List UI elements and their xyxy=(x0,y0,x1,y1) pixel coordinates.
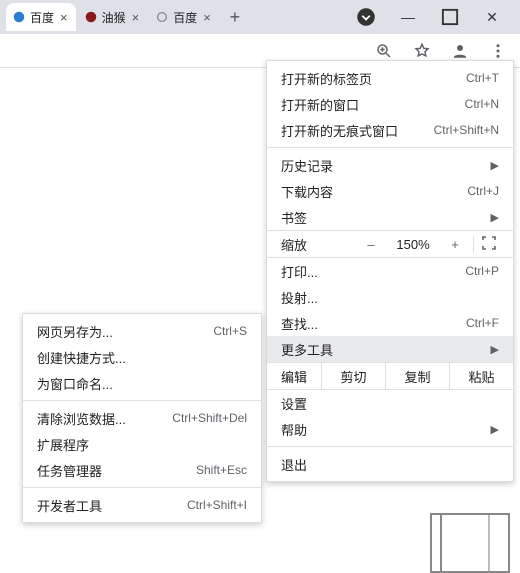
paste-button[interactable]: 粘贴 xyxy=(449,363,513,389)
menu-zoom-row: 缩放 – 150% + xyxy=(267,230,513,258)
cut-button[interactable]: 剪切 xyxy=(321,363,385,389)
menu-cast[interactable]: 投射... xyxy=(267,284,513,310)
tab-close-icon[interactable]: × xyxy=(130,10,142,25)
favicon-icon xyxy=(84,10,98,24)
menu-new-window[interactable]: 打开新的窗口 Ctrl+N xyxy=(267,91,513,117)
browser-tab[interactable]: 百度 × xyxy=(149,3,219,31)
window-controls: — ✕ xyxy=(356,7,520,27)
submenu-dev-tools[interactable]: 开发者工具 Ctrl+Shift+I xyxy=(23,492,261,518)
menu-downloads[interactable]: 下载内容 Ctrl+J xyxy=(267,178,513,204)
favicon-icon xyxy=(12,10,26,24)
tab-close-icon[interactable]: × xyxy=(201,10,213,25)
submenu-extensions[interactable]: 扩展程序 xyxy=(23,431,261,457)
edit-label: 编辑 xyxy=(267,367,321,386)
menu-help[interactable]: 帮助 ▶ xyxy=(267,416,513,442)
tab-bar: 百度 × 油猴 × 百度 × + — ✕ xyxy=(0,0,520,34)
maximize-button[interactable] xyxy=(440,7,460,27)
fullscreen-button[interactable] xyxy=(473,236,503,253)
zoom-value: 150% xyxy=(387,237,439,252)
zoom-in-button[interactable]: + xyxy=(439,237,471,252)
tab-title: 百度 xyxy=(30,9,54,26)
close-window-button[interactable]: ✕ xyxy=(482,7,502,27)
browser-tab[interactable]: 油猴 × xyxy=(78,3,148,31)
tab-close-icon[interactable]: × xyxy=(58,10,70,25)
chevron-right-icon: ▶ xyxy=(491,423,499,436)
page-decoration xyxy=(430,513,510,573)
menu-history[interactable]: 历史记录 ▶ xyxy=(267,152,513,178)
chevron-down-icon[interactable] xyxy=(356,7,376,27)
tab-title: 油猴 xyxy=(102,9,126,26)
minimize-button[interactable]: — xyxy=(398,7,418,27)
favicon-icon xyxy=(155,10,169,24)
submenu-create-shortcut[interactable]: 创建快捷方式... xyxy=(23,344,261,370)
menu-new-incognito[interactable]: 打开新的无痕式窗口 Ctrl+Shift+N xyxy=(267,117,513,143)
menu-more-tools[interactable]: 更多工具 ▶ xyxy=(267,336,513,362)
new-tab-button[interactable]: + xyxy=(221,3,249,31)
menu-icon[interactable] xyxy=(486,39,510,63)
zoom-out-button[interactable]: – xyxy=(355,237,387,252)
star-icon[interactable] xyxy=(410,39,434,63)
browser-tab[interactable]: 百度 × xyxy=(6,3,76,31)
browser-main-menu: 打开新的标签页 Ctrl+T 打开新的窗口 Ctrl+N 打开新的无痕式窗口 C… xyxy=(266,60,514,482)
menu-new-tab[interactable]: 打开新的标签页 Ctrl+T xyxy=(267,65,513,91)
menu-exit[interactable]: 退出 xyxy=(267,451,513,477)
chevron-right-icon: ▶ xyxy=(491,211,499,224)
copy-button[interactable]: 复制 xyxy=(385,363,449,389)
submenu-save-as[interactable]: 网页另存为... Ctrl+S xyxy=(23,318,261,344)
submenu-name-window[interactable]: 为窗口命名... xyxy=(23,370,261,396)
chevron-right-icon: ▶ xyxy=(491,159,499,172)
tab-title: 百度 xyxy=(173,9,197,26)
menu-bookmarks[interactable]: 书签 ▶ xyxy=(267,204,513,230)
submenu-clear-data[interactable]: 清除浏览数据... Ctrl+Shift+Del xyxy=(23,405,261,431)
profile-icon[interactable] xyxy=(448,39,472,63)
chevron-right-icon: ▶ xyxy=(491,343,499,356)
menu-settings[interactable]: 设置 xyxy=(267,390,513,416)
menu-find[interactable]: 查找... Ctrl+F xyxy=(267,310,513,336)
zoom-label: 缩放 xyxy=(281,235,307,254)
zoom-indicator-icon[interactable] xyxy=(372,39,396,63)
menu-edit-row: 编辑 剪切 复制 粘贴 xyxy=(267,362,513,390)
more-tools-submenu: 网页另存为... Ctrl+S 创建快捷方式... 为窗口命名... 清除浏览数… xyxy=(22,313,262,523)
menu-print[interactable]: 打印... Ctrl+P xyxy=(267,258,513,284)
submenu-task-manager[interactable]: 任务管理器 Shift+Esc xyxy=(23,457,261,483)
